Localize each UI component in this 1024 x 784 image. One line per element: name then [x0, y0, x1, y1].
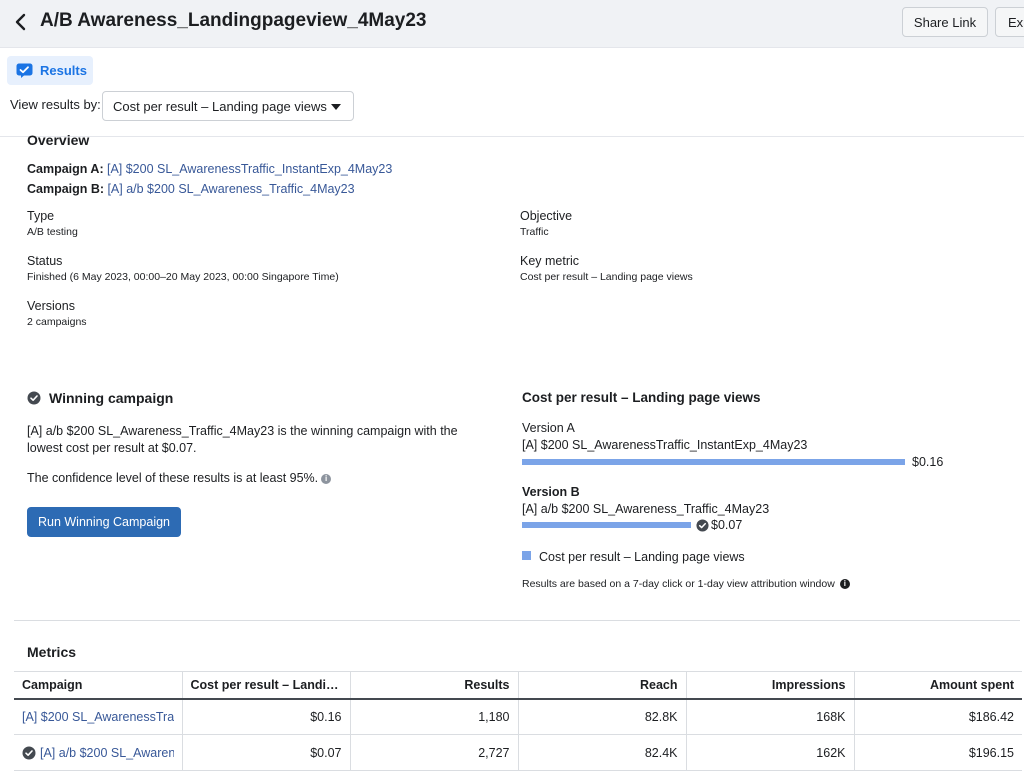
version-a-label: Version A	[522, 421, 575, 435]
results-chart-icon	[16, 63, 33, 78]
version-a-bar	[522, 459, 905, 465]
campaign-b-row: Campaign B: [A] a/b $200 SL_Awareness_Tr…	[27, 182, 355, 196]
reach-cell: 82.4K	[518, 734, 687, 771]
winning-line-1: [A] a/b $200 SL_Awareness_Traffic_4May23…	[27, 424, 458, 438]
campaign-a-link[interactable]: [A] $200 SL_AwarenessTraffic_InstantExp_…	[107, 162, 392, 176]
amount-spent-cell: $196.15	[854, 734, 1022, 771]
legend-swatch	[522, 551, 531, 560]
results-cell: 2,727	[350, 734, 519, 771]
version-b-value-group: $0.07	[696, 518, 742, 532]
cost-cell: $0.07	[182, 734, 351, 771]
top-bar: A/B Awareness_Landingpageview_4May23 Sha…	[0, 0, 1024, 48]
campaign-cell[interactable]: [A] $200 SL_AwarenessTraffi	[14, 698, 183, 735]
caret-down-icon	[331, 104, 341, 110]
comparison-title: Cost per result – Landing page views	[522, 390, 761, 405]
column-header-results[interactable]: Results	[350, 671, 519, 700]
metrics-title: Metrics	[27, 644, 77, 660]
version-a-name: [A] $200 SL_AwarenessTraffic_InstantExp_…	[522, 438, 808, 452]
impressions-cell: 168K	[686, 698, 855, 735]
column-header-impressions[interactable]: Impressions	[686, 671, 855, 700]
key-metric-field: Key metric Cost per result – Landing pag…	[520, 254, 693, 283]
table-row: [A] a/b $200 SL_Awarene $0.07 2,727 82.4…	[14, 734, 1022, 771]
winning-line-2: lowest cost per result at $0.07.	[27, 441, 197, 455]
objective-label: Objective	[520, 209, 573, 223]
results-cell: 1,180	[350, 698, 519, 735]
winning-description: [A] a/b $200 SL_Awareness_Traffic_4May23…	[27, 423, 458, 457]
export-button[interactable]: Exp	[995, 7, 1024, 37]
version-b-bar	[522, 522, 691, 528]
campaign-b-link[interactable]: [A] a/b $200 SL_Awareness_Traffic_4May23	[107, 182, 354, 196]
type-value: A/B testing	[27, 226, 78, 238]
share-link-button[interactable]: Share Link	[902, 7, 988, 37]
back-arrow-icon[interactable]	[10, 9, 32, 35]
reach-cell: 82.8K	[518, 698, 687, 735]
metrics-table: Campaign Cost per result – Landi… Result…	[14, 671, 1022, 771]
objective-field: Objective Traffic	[520, 209, 572, 238]
column-header-reach[interactable]: Reach	[518, 671, 687, 700]
column-header-cost-per-result[interactable]: Cost per result – Landi…	[182, 671, 351, 700]
verified-badge-icon	[22, 746, 36, 759]
versions-field: Versions 2 campaigns	[27, 299, 87, 328]
impressions-cell: 162K	[686, 734, 855, 771]
key-metric-label: Key metric	[520, 254, 580, 268]
column-header-amount-spent[interactable]: Amount spent	[854, 671, 1022, 700]
status-label: Status	[27, 254, 63, 268]
run-winning-campaign-button[interactable]: Run Winning Campaign	[27, 507, 181, 537]
version-b-label: Version B	[522, 485, 580, 499]
campaign-link[interactable]: [A] a/b $200 SL_Awarene	[40, 746, 174, 760]
attribution-note: Results are based on a 7-day click or 1-…	[522, 578, 850, 590]
divider	[0, 136, 1024, 137]
overview-title: Overview	[27, 132, 90, 148]
objective-value: Traffic	[520, 226, 549, 238]
table-row: [A] $200 SL_AwarenessTraffi $0.16 1,180 …	[14, 698, 1022, 735]
tab-results[interactable]: Results	[7, 56, 93, 85]
type-label: Type	[27, 209, 55, 223]
winning-campaign-header: Winning campaign	[27, 390, 173, 406]
status-value: Finished (6 May 2023, 00:00–20 May 2023,…	[27, 271, 339, 283]
version-b-name: [A] a/b $200 SL_Awareness_Traffic_4May23	[522, 502, 770, 516]
amount-spent-cell: $186.42	[854, 698, 1022, 735]
version-a-value: $0.16	[912, 455, 944, 469]
tab-results-label: Results	[40, 63, 87, 78]
campaign-b-label: Campaign B:	[27, 182, 105, 196]
attribution-text: Results are based on a 7-day click or 1-…	[522, 578, 835, 590]
campaign-cell[interactable]: [A] a/b $200 SL_Awarene	[14, 734, 183, 771]
column-header-campaign[interactable]: Campaign	[14, 671, 183, 700]
versions-value: 2 campaigns	[27, 316, 87, 328]
verified-badge-icon	[696, 518, 709, 532]
view-by-dropdown[interactable]: Cost per result – Landing page views	[102, 91, 354, 121]
campaign-a-label: Campaign A:	[27, 162, 104, 176]
info-icon[interactable]: i	[321, 473, 332, 484]
divider	[14, 620, 1020, 621]
cost-cell: $0.16	[182, 698, 351, 735]
versions-label: Versions	[27, 299, 75, 313]
verified-badge-icon	[27, 391, 41, 405]
status-field: Status Finished (6 May 2023, 00:00–20 Ma…	[27, 254, 339, 283]
version-b-value: $0.07	[711, 518, 743, 532]
confidence-text: The confidence level of these results is…	[27, 471, 319, 485]
legend-label: Cost per result – Landing page views	[539, 550, 745, 564]
campaign-a-row: Campaign A: [A] $200 SL_AwarenessTraffic…	[27, 162, 392, 176]
winning-campaign-title: Winning campaign	[49, 390, 174, 406]
view-by-selected: Cost per result – Landing page views	[113, 98, 327, 114]
table-header-row: Campaign Cost per result – Landi… Result…	[14, 671, 1022, 700]
view-by-label: View results by:	[10, 97, 101, 112]
page-title: A/B Awareness_Landingpageview_4May23	[40, 10, 427, 31]
info-icon[interactable]: i	[839, 579, 850, 589]
key-metric-value: Cost per result – Landing page views	[520, 271, 693, 283]
type-field: Type A/B testing	[27, 209, 78, 238]
campaign-link[interactable]: [A] $200 SL_AwarenessTraffi	[22, 710, 174, 724]
confidence-row: The confidence level of these results is…	[27, 470, 332, 487]
